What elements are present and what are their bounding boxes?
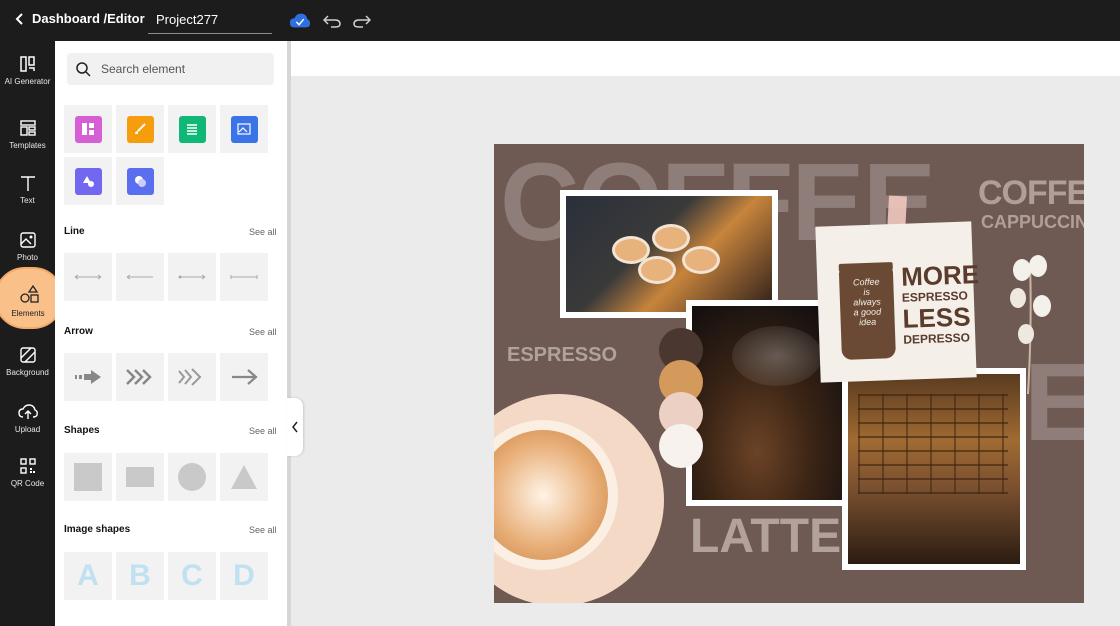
striped-arrow-icon <box>178 368 202 386</box>
redo-icon[interactable] <box>351 11 373 31</box>
search-input[interactable] <box>101 62 261 76</box>
line-item[interactable] <box>64 253 112 301</box>
qr-code-icon <box>19 458 36 474</box>
tile-text-block[interactable] <box>168 105 216 153</box>
tile-image[interactable] <box>220 105 268 153</box>
design-latte-label[interactable]: LATTE <box>690 509 841 564</box>
coffee-cup-illustration: Coffee is always a good idea <box>838 262 896 360</box>
image-icon <box>230 115 258 143</box>
image-shape-item[interactable]: C <box>168 552 216 600</box>
panel-scrollbar[interactable] <box>287 41 291 626</box>
templates-icon <box>19 120 36 136</box>
ai-generator-icon <box>19 56 35 72</box>
fat-arrow-icon <box>75 370 101 384</box>
letter-a-shape: A <box>77 559 99 592</box>
undo-icon[interactable] <box>321 11 343 31</box>
arrow-item[interactable] <box>220 353 268 401</box>
section-title-line: Line <box>64 226 85 237</box>
elements-panel: Line See all Arrow See all Shapes See al… <box>55 41 287 626</box>
photo-cafe-interior[interactable] <box>842 368 1026 570</box>
rail-item-text[interactable]: Text <box>0 164 55 218</box>
see-all-shapes-link[interactable]: See all <box>249 426 277 436</box>
section-title-shapes: Shapes <box>64 425 100 436</box>
dot-arrow-line-icon <box>178 274 206 280</box>
top-bar: Dashboard /Editor Project277 <box>0 0 1120 41</box>
search-icon <box>76 62 91 77</box>
rail-item-ai-generator[interactable]: AI Generator <box>0 45 55 99</box>
photo-coffee-cups[interactable] <box>560 190 778 318</box>
design-canvas[interactable]: COFFEE COFFEE CAPPUCCINO ESPRESSO LATTE … <box>494 144 1084 603</box>
arrow-item[interactable] <box>64 353 112 401</box>
chevrons-arrow-icon <box>126 369 152 385</box>
shapes-icon <box>74 167 102 195</box>
arrow-item[interactable] <box>168 353 216 401</box>
color-swatch[interactable] <box>659 424 703 468</box>
layout-icon <box>74 115 102 143</box>
image-shape-item[interactable]: D <box>220 552 268 600</box>
circle-shape-icon <box>178 463 206 491</box>
shape-item[interactable] <box>168 453 216 501</box>
rectangle-shape-icon <box>126 467 154 487</box>
shape-item[interactable] <box>220 453 268 501</box>
brush-icon <box>126 115 154 143</box>
letter-c-shape: C <box>181 559 203 592</box>
arrow-item[interactable] <box>116 353 164 401</box>
plain-line-icon <box>230 275 258 279</box>
triangle-shape-icon <box>231 465 257 489</box>
rail-item-background[interactable]: Background <box>0 336 55 390</box>
cloud-saved-icon[interactable] <box>289 11 311 31</box>
double-arrow-line-icon <box>74 274 102 280</box>
letter-b-shape: B <box>129 559 151 592</box>
left-rail: AI Generator Templates Text Photo Elemen… <box>0 41 64 626</box>
text-icon <box>20 176 35 191</box>
quote-card[interactable]: Coffee is always a good idea MORE ESPRES… <box>815 221 980 383</box>
rail-item-upload[interactable]: Upload <box>0 393 55 447</box>
arrow-line-icon <box>126 274 153 280</box>
canvas-toolbar-strip <box>291 41 1120 76</box>
image-shape-item[interactable]: B <box>116 552 164 600</box>
section-title-image-shapes: Image shapes <box>64 524 131 535</box>
tile-shapes[interactable] <box>64 157 112 205</box>
line-item[interactable] <box>116 253 164 301</box>
text-lines-icon <box>178 115 206 143</box>
letter-d-shape: D <box>233 559 255 592</box>
rail-item-templates[interactable]: Templates <box>0 109 55 163</box>
line-item[interactable] <box>220 253 268 301</box>
latte-saucer[interactable] <box>494 394 664 603</box>
tile-draw[interactable] <box>116 105 164 153</box>
quote-text: MORE ESPRESSO LESS DEPRESSO <box>900 259 980 347</box>
thin-arrow-icon <box>232 369 258 385</box>
tile-graphics[interactable] <box>116 157 164 205</box>
project-name-field[interactable]: Project277 <box>148 8 272 34</box>
image-shape-item[interactable]: A <box>64 552 112 600</box>
line-item[interactable] <box>168 253 216 301</box>
see-all-arrow-link[interactable]: See all <box>249 327 277 337</box>
square-shape-icon <box>74 463 102 491</box>
background-icon <box>19 347 36 363</box>
cotton-branch-decoration[interactable] <box>1000 244 1060 394</box>
chevron-left-icon <box>15 12 23 25</box>
back-to-dashboard-link[interactable]: Dashboard /Editor <box>14 11 145 26</box>
design-espresso-label[interactable]: ESPRESSO <box>507 344 617 367</box>
graphics-icon <box>126 167 154 195</box>
collapse-panel-button[interactable] <box>287 398 303 456</box>
rail-item-qr-code[interactable]: QR Code <box>0 447 55 501</box>
search-box[interactable] <box>67 53 274 85</box>
design-corner-subtitle[interactable]: CAPPUCCINO <box>981 212 1084 233</box>
shape-item[interactable] <box>64 453 112 501</box>
elements-icon <box>20 284 39 303</box>
chevron-left-icon <box>292 421 298 433</box>
upload-icon <box>17 404 38 419</box>
see-all-image-shapes-link[interactable]: See all <box>249 525 277 535</box>
tile-layout[interactable] <box>64 105 112 153</box>
photo-icon <box>19 232 36 248</box>
design-corner-title[interactable]: COFFEE <box>978 174 1084 213</box>
breadcrumb: Dashboard /Editor <box>32 11 145 26</box>
shape-item[interactable] <box>116 453 164 501</box>
see-all-line-link[interactable]: See all <box>249 227 277 237</box>
section-title-arrow: Arrow <box>64 326 93 337</box>
